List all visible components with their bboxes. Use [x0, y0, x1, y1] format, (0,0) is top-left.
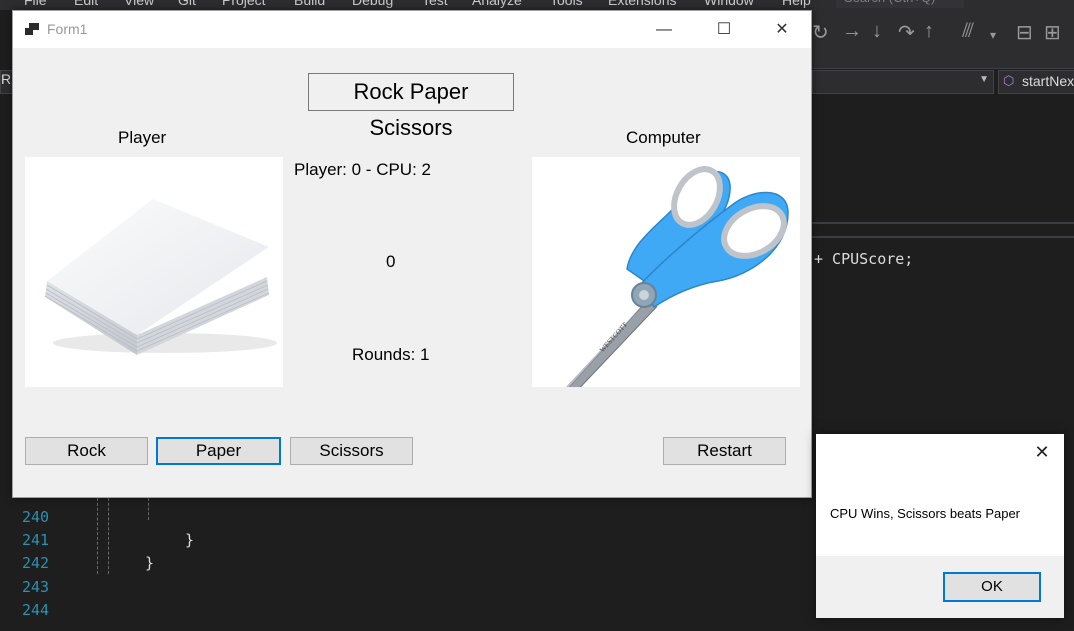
- scissors-button[interactable]: Scissors: [290, 437, 413, 465]
- line-number: 240: [22, 508, 50, 526]
- layout-icon[interactable]: ⊞: [1044, 20, 1061, 45]
- step-back-icon[interactable]: ↷: [898, 20, 915, 45]
- menu-help[interactable]: Help: [782, 0, 811, 8]
- player-choice-image: [25, 157, 283, 387]
- paper-stack-image: [44, 199, 277, 355]
- menu-debug[interactable]: Debug: [352, 0, 393, 8]
- message-footer: OK: [816, 556, 1064, 618]
- message-box: ✕ CPU Wins, Scissors beats Paper OK: [816, 434, 1064, 618]
- timer-label: 0: [386, 252, 396, 271]
- ide-search-box[interactable]: Search (Ctrl+Q): [836, 0, 964, 8]
- code-brace: }: [145, 554, 155, 572]
- member-dropdown-label: startNex: [1022, 73, 1074, 89]
- menu-view[interactable]: View: [124, 0, 154, 8]
- menu-extensions[interactable]: Extensions: [608, 0, 676, 8]
- chevron-down-icon: ▼: [979, 74, 989, 85]
- code-fragment: + CPUScore;: [814, 250, 914, 268]
- window-title: Form1: [47, 21, 88, 37]
- line-number: 242: [22, 554, 50, 572]
- rounds-label: Rounds: 1: [352, 345, 430, 364]
- ide-member-dropdown[interactable]: ⬡ startNex: [998, 70, 1074, 94]
- rock-button[interactable]: Rock: [25, 437, 148, 465]
- ide-separator: [812, 222, 1074, 224]
- close-icon[interactable]: ✕: [759, 11, 805, 48]
- method-icon: ⬡: [1003, 73, 1015, 88]
- line-number: 241: [22, 531, 50, 549]
- align-icon[interactable]: ⊟: [1016, 20, 1033, 45]
- menu-test[interactable]: Test: [422, 0, 448, 8]
- step-out-icon[interactable]: ↑: [924, 20, 934, 43]
- menu-edit[interactable]: Edit: [74, 0, 98, 8]
- computer-choice-image: WESTCOTT: [532, 157, 800, 387]
- line-number: 243: [22, 578, 50, 596]
- game-title: Rock Paper Scissors: [308, 73, 514, 140]
- maximize-icon[interactable]: ☐: [701, 11, 747, 48]
- minimize-icon[interactable]: —: [641, 11, 687, 48]
- line-number: 244: [22, 601, 50, 619]
- menu-file[interactable]: File: [24, 0, 47, 8]
- score-label: Player: 0 - CPU: 2: [294, 160, 431, 179]
- indent-guide: [108, 498, 109, 574]
- ide-separator: [812, 236, 1074, 238]
- indent-guide: [148, 498, 149, 520]
- title-bar[interactable]: Form1 — ☐ ✕: [13, 11, 811, 48]
- paper-button[interactable]: Paper: [156, 437, 281, 465]
- overflow-chevron-icon[interactable]: ▾: [990, 28, 996, 42]
- step-over-icon[interactable]: →: [842, 20, 862, 43]
- step-into-icon[interactable]: ↓: [872, 20, 882, 43]
- menu-build[interactable]: Build: [294, 0, 325, 8]
- redo-icon[interactable]: ↻: [812, 20, 829, 45]
- ide-type-dropdown[interactable]: ▼: [812, 70, 994, 94]
- ok-button[interactable]: OK: [943, 572, 1041, 602]
- message-text: CPU Wins, Scissors beats Paper: [830, 506, 1021, 521]
- breakpoints-icon[interactable]: ⫻: [962, 20, 974, 43]
- ide-toolbar: ↻ → ↓ ↷ ↑ ⫻ ▾ ⊟ ⊞: [812, 10, 1074, 69]
- app-icon: [25, 23, 39, 35]
- scissors-image: WESTCOTT: [561, 166, 789, 387]
- menu-window[interactable]: Window: [704, 0, 754, 8]
- menu-analyze[interactable]: Analyze: [472, 0, 522, 8]
- form1-window: Form1 — ☐ ✕ Rock Paper Scissors Player C…: [12, 10, 812, 498]
- computer-label: Computer: [626, 128, 701, 147]
- restart-button[interactable]: Restart: [663, 437, 786, 465]
- player-label: Player: [118, 128, 167, 147]
- menu-git[interactable]: Git: [178, 0, 196, 8]
- outline-guide: [97, 498, 98, 574]
- close-icon[interactable]: ✕: [1028, 440, 1056, 464]
- menu-project[interactable]: Project: [222, 0, 266, 8]
- menu-tools[interactable]: Tools: [550, 0, 583, 8]
- code-brace: }: [185, 531, 195, 549]
